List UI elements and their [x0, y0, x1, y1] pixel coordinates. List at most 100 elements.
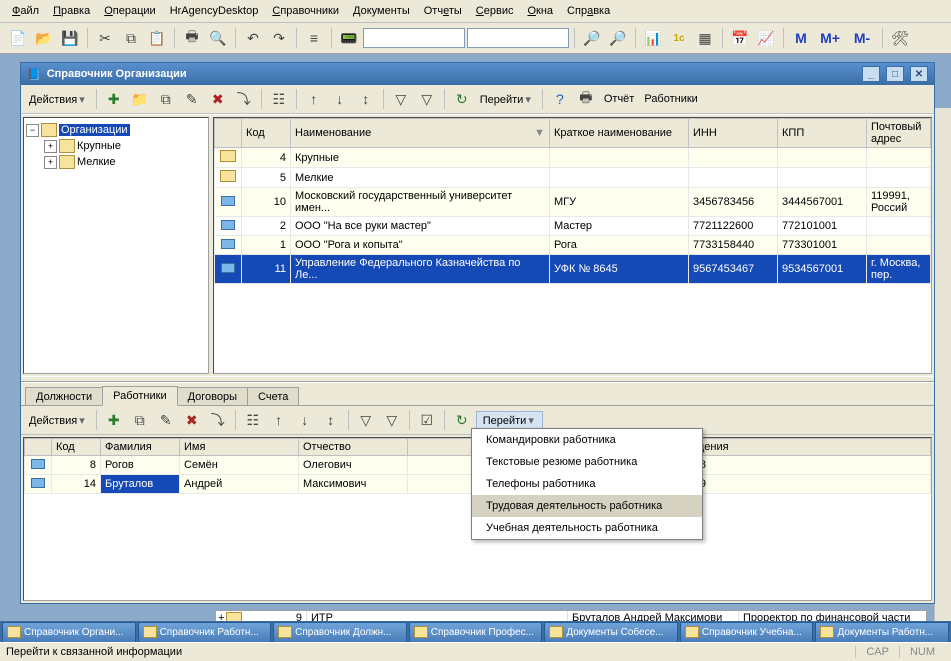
- tree-view[interactable]: − Организации + Крупные + Мелкие: [23, 117, 209, 374]
- preview-icon[interactable]: 🔍: [206, 26, 230, 50]
- collapse-icon[interactable]: −: [26, 124, 39, 137]
- layers-icon[interactable]: ▦: [693, 26, 717, 50]
- column-header[interactable]: Код: [52, 439, 101, 456]
- menu-item[interactable]: Правка: [47, 3, 96, 19]
- menu-item[interactable]: Сервис: [470, 3, 520, 19]
- edit-icon[interactable]: ✎: [180, 87, 204, 111]
- popup-item[interactable]: Командировки работника: [472, 429, 702, 451]
- taskbar-button[interactable]: Документы Работн...: [815, 622, 949, 643]
- m-minus-button[interactable]: M-: [847, 26, 877, 50]
- expand-icon[interactable]: +: [44, 156, 57, 169]
- table-row[interactable]: 2ООО "На все руки мастер"Мастер772112260…: [215, 217, 931, 236]
- move-down-icon[interactable]: ↓: [328, 87, 352, 111]
- calendar-icon[interactable]: 📅: [728, 26, 752, 50]
- close-button[interactable]: ✕: [910, 66, 928, 82]
- m-plus-button[interactable]: M+: [815, 26, 845, 50]
- report-icon[interactable]: 📊: [641, 26, 665, 50]
- menu-item[interactable]: Справочники: [266, 3, 345, 19]
- taskbar-button[interactable]: Справочник Работн...: [138, 622, 272, 643]
- m-button[interactable]: M: [789, 26, 813, 50]
- delete-icon[interactable]: ✖: [180, 408, 204, 432]
- popup-item[interactable]: Телефоны работника: [472, 473, 702, 495]
- move-up-icon[interactable]: ↑: [267, 408, 291, 432]
- filter-icon[interactable]: ▽: [389, 87, 413, 111]
- tab[interactable]: Счета: [247, 387, 299, 407]
- column-header[interactable]: [215, 119, 242, 148]
- menu-item[interactable]: HrAgencyDesktop: [164, 3, 265, 19]
- hierarchy-icon[interactable]: ☷: [267, 87, 291, 111]
- toolbar-combo-2[interactable]: [467, 28, 569, 48]
- top-grid[interactable]: КодНаименование ▼Краткое наименованиеИНН…: [213, 117, 932, 374]
- cut-icon[interactable]: ✂: [93, 26, 117, 50]
- open-icon[interactable]: 📂: [32, 26, 56, 50]
- toolbar-combo-1[interactable]: [363, 28, 465, 48]
- taskbar-button[interactable]: Справочник Учебна...: [680, 622, 814, 643]
- menu-item[interactable]: Окна: [521, 3, 559, 19]
- new-doc-icon[interactable]: 📄: [6, 26, 30, 50]
- hierarchy-icon[interactable]: ☷: [241, 408, 265, 432]
- maximize-button[interactable]: □: [886, 66, 904, 82]
- mdi-scrollbar[interactable]: [934, 108, 951, 661]
- window-titlebar[interactable]: 📘 Справочник Организации _ □ ✕: [21, 63, 934, 85]
- taskbar-button[interactable]: Документы Собесе...: [544, 622, 678, 643]
- table-row[interactable]: 1ООО "Рога и копыта"Рога7733158440773301…: [215, 236, 931, 255]
- column-header[interactable]: ИНН: [689, 119, 778, 148]
- tab[interactable]: Работники: [102, 386, 177, 406]
- move-down-icon[interactable]: ↓: [293, 408, 317, 432]
- db-icon[interactable]: ≡: [302, 26, 326, 50]
- popup-item[interactable]: Трудовая деятельность работника: [472, 495, 702, 517]
- table-row[interactable]: 11Управление Федерального Казначейства п…: [215, 255, 931, 284]
- popup-item[interactable]: Учебная деятельность работника: [472, 517, 702, 539]
- calc-icon[interactable]: 📟: [337, 26, 361, 50]
- help-icon[interactable]: ?: [548, 87, 572, 111]
- taskbar-button[interactable]: Справочник Профес...: [409, 622, 543, 643]
- report-link[interactable]: Отчёт: [600, 93, 638, 105]
- add-copy-icon[interactable]: ⧉: [154, 87, 178, 111]
- expand-icon[interactable]: +: [44, 140, 57, 153]
- column-header[interactable]: Краткое наименование: [550, 119, 689, 148]
- filter-off-icon[interactable]: ▽: [415, 87, 439, 111]
- taskbar-button[interactable]: Справочник Должн...: [273, 622, 407, 643]
- goto-menu[interactable]: Перейти▾: [476, 93, 537, 106]
- tab[interactable]: Договоры: [177, 387, 248, 407]
- settings-icon[interactable]: 🛠: [888, 26, 912, 50]
- workers-link[interactable]: Работники: [640, 93, 701, 105]
- edit-icon[interactable]: ✎: [154, 408, 178, 432]
- menu-item[interactable]: Справка: [561, 3, 616, 19]
- find-next-icon[interactable]: 🔎: [606, 26, 630, 50]
- delete-icon[interactable]: ✖: [206, 87, 230, 111]
- refresh-icon[interactable]: ↻: [450, 87, 474, 111]
- taskbar-button[interactable]: Справочник Органи...: [2, 622, 136, 643]
- move-up-icon[interactable]: ↑: [302, 87, 326, 111]
- goto-menu-2[interactable]: Перейти▾: [476, 411, 543, 430]
- mark-delete-icon[interactable]: ⤵: [206, 408, 230, 432]
- filter-icon[interactable]: ▽: [354, 408, 378, 432]
- redo-icon[interactable]: ↷: [267, 26, 291, 50]
- table-row[interactable]: 10Московский государственный университет…: [215, 188, 931, 217]
- menu-item[interactable]: Операции: [98, 3, 161, 19]
- save-icon[interactable]: 💾: [58, 26, 82, 50]
- sort-icon[interactable]: ↕: [354, 87, 378, 111]
- add-icon[interactable]: ✚: [102, 87, 126, 111]
- tree-child-1[interactable]: + Крупные: [26, 138, 206, 154]
- table-row[interactable]: 4Крупные: [215, 148, 931, 168]
- undo-icon[interactable]: ↶: [241, 26, 265, 50]
- 1c-icon[interactable]: 1c: [667, 26, 691, 50]
- chart-icon[interactable]: 📈: [754, 26, 778, 50]
- add-folder-icon[interactable]: 📁: [128, 87, 152, 111]
- actions-menu-2[interactable]: Действия▾: [25, 414, 91, 427]
- print-icon-2[interactable]: 🖶: [574, 87, 598, 111]
- mark-delete-icon[interactable]: ⤵: [232, 87, 256, 111]
- menu-item[interactable]: Файл: [6, 3, 45, 19]
- find-icon[interactable]: 🔎: [580, 26, 604, 50]
- table-row[interactable]: 5Мелкие: [215, 168, 931, 188]
- column-header[interactable]: [25, 439, 52, 456]
- filter-off-icon[interactable]: ▽: [380, 408, 404, 432]
- menu-item[interactable]: Отчеты: [418, 3, 468, 19]
- add-icon[interactable]: ✚: [102, 408, 126, 432]
- menu-item[interactable]: Документы: [347, 3, 416, 19]
- column-header[interactable]: Код: [242, 119, 291, 148]
- select-icon[interactable]: ☑: [415, 408, 439, 432]
- tree-root[interactable]: − Организации: [26, 122, 206, 138]
- tab[interactable]: Должности: [25, 387, 103, 407]
